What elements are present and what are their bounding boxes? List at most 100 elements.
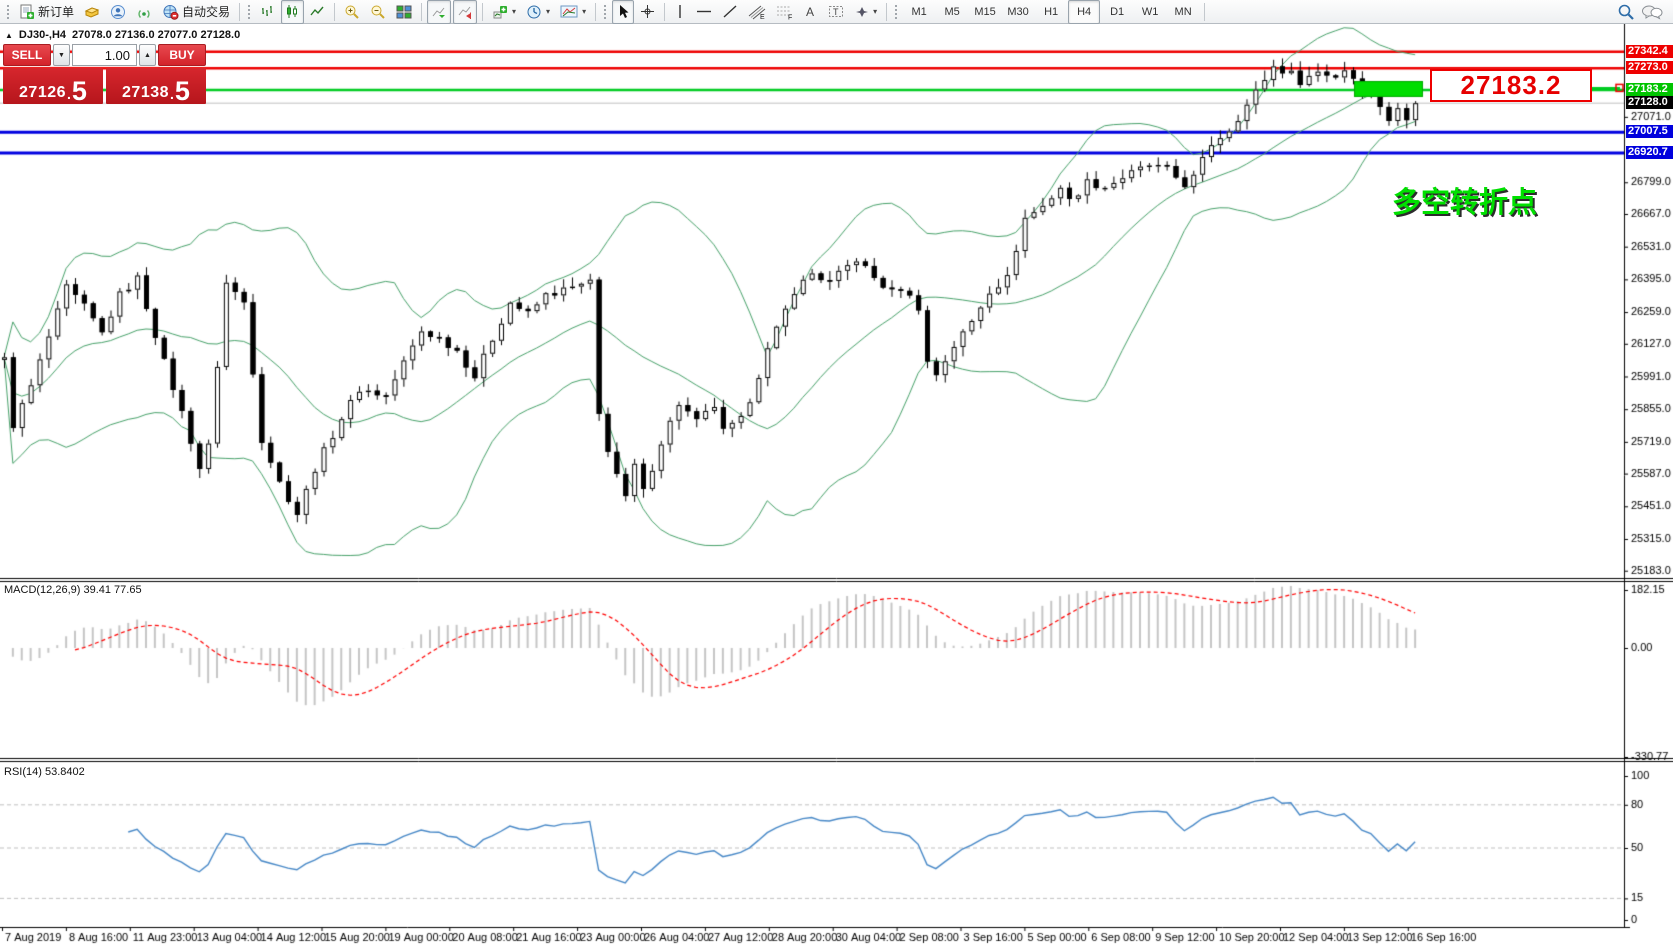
templates-icon [560,4,578,19]
toolbar-grip[interactable] [603,4,608,20]
search-icon[interactable] [1617,3,1635,21]
text-label-icon: T [828,4,845,19]
periods-dropdown[interactable]: ▾ [522,0,554,24]
indicators-dropdown[interactable]: ▾ [488,0,520,24]
wallet-icon [84,4,100,20]
new-order-label: 新订单 [38,3,74,20]
line-chart-icon [310,4,325,19]
community-icon [110,4,126,20]
arrows-icon [855,5,869,19]
bar-chart-button[interactable] [256,0,279,24]
toolbar-grip[interactable] [6,4,11,20]
chart-shift-button[interactable] [453,0,477,24]
zoom-in-button[interactable] [340,0,364,24]
trendline-button[interactable] [718,0,742,24]
trendline-icon [722,4,738,19]
sell-button[interactable]: SELL [3,44,51,66]
price-tag: 26920.7 [1626,146,1673,159]
chat-icon[interactable] [1641,3,1663,21]
vertical-line-button[interactable] [670,0,690,24]
sell-price-main: 27126 [19,84,66,102]
svg-text:E: E [760,14,765,20]
timeframe-button-MN[interactable]: MN [1167,0,1199,24]
toolbar-separator [421,3,422,21]
fibonacci-icon: F [776,4,794,20]
toolbar-separator [239,3,240,21]
vertical-line-icon [674,4,686,19]
timeframe-button-M1[interactable]: M1 [903,0,935,24]
signals-icon [136,4,152,20]
timeframe-button-M30[interactable]: M30 [1002,0,1034,24]
text-label-button[interactable]: T [824,0,849,24]
macd-indicator-label: MACD(12,26,9) 39.41 77.65 [4,584,142,596]
zoom-in-icon [344,4,360,20]
volume-increase-button[interactable]: ▲ [139,44,156,66]
text-button[interactable]: A [800,0,822,24]
horizontal-line-button[interactable] [692,0,716,24]
timeframe-button-H4[interactable]: H4 [1068,0,1100,24]
toolbar-separator [1204,3,1205,21]
line-chart-button[interactable] [306,0,329,24]
candlestick-chart-button[interactable] [281,0,304,24]
community-button[interactable] [106,0,130,24]
chevron-down-icon: ▾ [512,7,516,16]
templates-dropdown[interactable]: ▾ [556,0,590,24]
symbol-period-label: DJ30-,H4 [19,29,66,41]
autoscroll-button[interactable] [427,0,451,24]
timeframe-group: M1M5M15M30H1H4D1W1MN [903,0,1199,24]
timeframe-button-M5[interactable]: M5 [936,0,968,24]
buy-price-frac: 5 [175,80,190,102]
toolbar-separator [664,3,665,21]
rsi-indicator-label: RSI(14) 53.8402 [4,766,85,778]
price-tag: 27183.2 [1626,83,1673,96]
timeframe-button-D1[interactable]: D1 [1101,0,1133,24]
new-order-icon [19,4,35,20]
chart-area: ▲ DJ30-,H4 27078.0 27136.0 27077.0 27128… [0,24,1673,950]
sell-price-display[interactable]: 27126.5 [3,68,103,104]
decimal-dot: . [67,86,71,102]
svg-text:F: F [788,14,792,20]
autotrading-button[interactable]: 自动交易 [158,0,234,24]
autotrading-label: 自动交易 [182,3,230,20]
zoom-out-button[interactable] [366,0,390,24]
tile-windows-button[interactable] [392,0,416,24]
timeframe-button-H1[interactable]: H1 [1035,0,1067,24]
toolbar-separator [886,3,887,21]
volume-decrease-button[interactable]: ▼ [53,44,70,66]
zoom-out-icon [370,4,386,20]
cursor-icon [616,4,630,19]
turning-point-annotation[interactable]: 多空转折点 [1392,179,1537,221]
price-callout-box[interactable]: 27183.2 [1430,69,1592,102]
price-chart-canvas[interactable] [0,24,1673,950]
signals-button[interactable] [132,0,156,24]
buy-price-main: 27138 [122,84,169,102]
cursor-button[interactable] [612,0,634,24]
svg-text:A: A [806,5,814,19]
timeframe-button-W1[interactable]: W1 [1134,0,1166,24]
arrows-dropdown[interactable]: ▾ [851,0,881,24]
periods-icon [526,4,542,20]
crosshair-button[interactable] [636,0,659,24]
buy-button[interactable]: BUY [158,44,206,66]
buy-price-display[interactable]: 27138.5 [106,68,206,104]
volume-input[interactable]: 1.00 [72,44,137,66]
fibonacci-button[interactable]: F [772,0,798,24]
autotrading-icon [162,4,179,20]
chevron-down-icon: ▾ [582,7,586,16]
chevron-down-icon: ▾ [873,7,877,16]
toolbar-separator [482,3,483,21]
bar-chart-icon [260,4,275,19]
timeframe-button-M15[interactable]: M15 [969,0,1001,24]
equidistant-channel-button[interactable]: E [744,0,770,24]
ohlc-readout: 27078.0 27136.0 27077.0 27128.0 [72,29,240,41]
mt4-window: 新订单 [0,0,1673,950]
toolbar-separator [334,3,335,21]
toolbar-grip[interactable] [894,4,899,20]
one-click-trade-panel: SELL ▼ 1.00 ▲ BUY 27126.5 27138.5 [3,44,206,104]
toolbar-grip[interactable] [247,4,252,20]
price-tag: 27273.0 [1626,61,1673,74]
wallet-button[interactable] [80,0,104,24]
tile-windows-icon [396,4,412,20]
collapse-triangle-icon[interactable]: ▲ [5,31,13,40]
new-order-button[interactable]: 新订单 [15,0,78,24]
